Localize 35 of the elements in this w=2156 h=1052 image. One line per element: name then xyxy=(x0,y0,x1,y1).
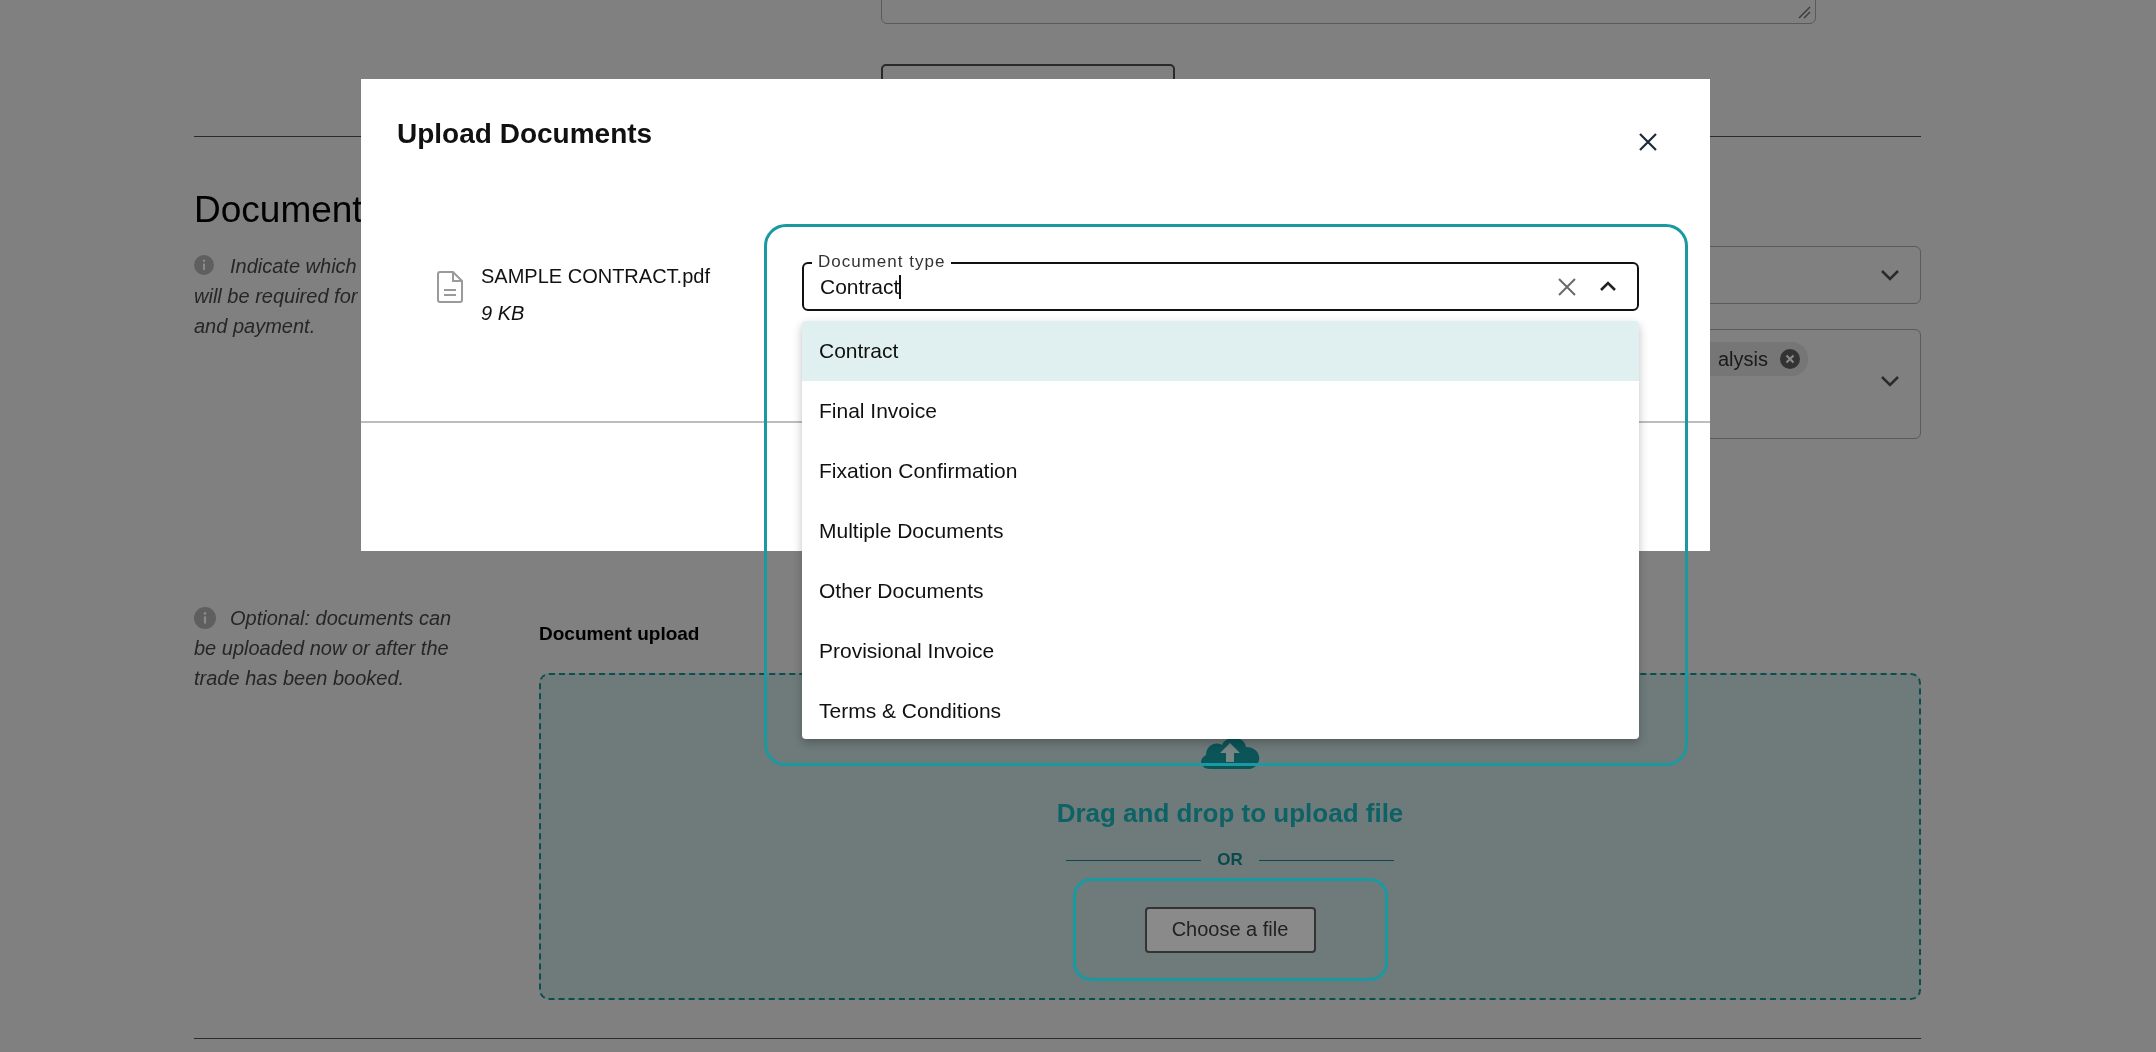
info-text-line: be uploaded now or after the xyxy=(194,636,449,661)
info-text-line: trade has been booked. xyxy=(194,666,405,691)
text-cursor xyxy=(899,274,902,299)
document-type-field[interactable]: Document type Contract xyxy=(802,250,1639,311)
dropdown-option[interactable]: Final Invoice xyxy=(802,381,1639,441)
dropdown-option[interactable]: Multiple Documents xyxy=(802,501,1639,561)
clear-icon[interactable] xyxy=(1558,277,1576,296)
close-icon[interactable] xyxy=(1639,133,1657,151)
or-label: OR xyxy=(1217,850,1243,870)
info-text-line: and payment. xyxy=(194,314,316,339)
chevron-up-icon[interactable] xyxy=(1599,281,1617,292)
file-size: 9 KB xyxy=(481,302,526,325)
field-label: Document type xyxy=(812,252,952,272)
field-value: Contract xyxy=(820,274,900,299)
resize-handle-icon[interactable] xyxy=(1797,5,1811,19)
info-icon xyxy=(194,255,214,275)
info-text-line: Optional: documents can xyxy=(230,606,452,631)
dropdown-option[interactable]: Terms & Conditions xyxy=(802,681,1639,739)
info-text-line: Indicate which xyxy=(230,254,357,279)
dialog-title: Upload Documents xyxy=(397,118,653,150)
upload-label: Document upload xyxy=(539,623,701,645)
chevron-down-icon[interactable] xyxy=(1880,269,1900,281)
remove-icon[interactable] xyxy=(1780,349,1800,369)
drop-hint: Drag and drop to upload file xyxy=(1056,798,1404,829)
info-text-line: will be required for xyxy=(194,284,358,309)
dropdown-option[interactable]: Contract xyxy=(802,321,1639,381)
dropdown-option[interactable]: Fixation Confirmation xyxy=(802,441,1639,501)
dropdown-option[interactable]: Other Documents xyxy=(802,561,1639,621)
chip-label: alysis xyxy=(1718,347,1768,371)
section-heading: Document xyxy=(194,189,364,231)
file-name: SAMPLE CONTRACT.pdf xyxy=(481,265,710,288)
document-icon xyxy=(437,271,463,303)
choose-file-button[interactable]: Choose a file xyxy=(1144,906,1316,953)
info-icon xyxy=(194,607,216,629)
chevron-down-icon[interactable] xyxy=(1880,375,1900,387)
